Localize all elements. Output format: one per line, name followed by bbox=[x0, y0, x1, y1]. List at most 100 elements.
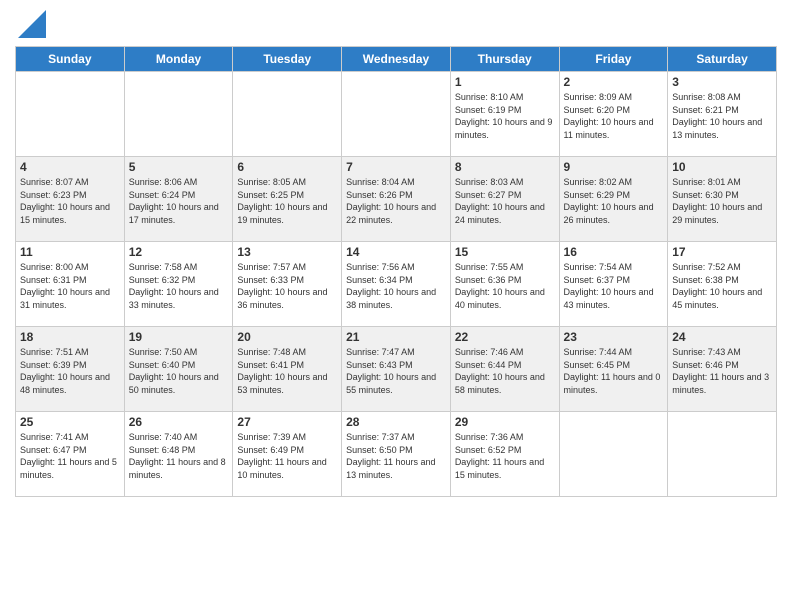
day-number: 11 bbox=[20, 245, 120, 259]
day-info: Sunrise: 8:06 AM Sunset: 6:24 PM Dayligh… bbox=[129, 176, 229, 226]
day-number: 28 bbox=[346, 415, 446, 429]
day-number: 8 bbox=[455, 160, 555, 174]
day-info: Sunrise: 7:56 AM Sunset: 6:34 PM Dayligh… bbox=[346, 261, 446, 311]
day-cell: 2 Sunrise: 8:09 AM Sunset: 6:20 PM Daylig… bbox=[559, 72, 668, 157]
day-cell: 12 Sunrise: 7:58 AM Sunset: 6:32 PM Dayli… bbox=[124, 242, 233, 327]
weekday-wednesday: Wednesday bbox=[342, 47, 451, 72]
day-info: Sunrise: 8:07 AM Sunset: 6:23 PM Dayligh… bbox=[20, 176, 120, 226]
day-number: 29 bbox=[455, 415, 555, 429]
day-info: Sunrise: 8:04 AM Sunset: 6:26 PM Dayligh… bbox=[346, 176, 446, 226]
day-cell: 10 Sunrise: 8:01 AM Sunset: 6:30 PM Dayli… bbox=[668, 157, 777, 242]
day-cell: 3 Sunrise: 8:08 AM Sunset: 6:21 PM Daylig… bbox=[668, 72, 777, 157]
day-cell: 4Sunrise: 8:07 AM Sunset: 6:23 PM Daylig… bbox=[16, 157, 125, 242]
day-info: Sunrise: 7:43 AM Sunset: 6:46 PM Dayligh… bbox=[672, 346, 772, 396]
day-cell: 27 Sunrise: 7:39 AM Sunset: 6:49 PM Dayli… bbox=[233, 412, 342, 497]
day-info: Sunrise: 7:54 AM Sunset: 6:37 PM Dayligh… bbox=[564, 261, 664, 311]
day-number: 10 bbox=[672, 160, 772, 174]
day-number: 3 bbox=[672, 75, 772, 89]
day-info: Sunrise: 7:40 AM Sunset: 6:48 PM Dayligh… bbox=[129, 431, 229, 481]
day-number: 21 bbox=[346, 330, 446, 344]
day-number: 5 bbox=[129, 160, 229, 174]
weekday-header-row: SundayMondayTuesdayWednesdayThursdayFrid… bbox=[16, 47, 777, 72]
day-number: 6 bbox=[237, 160, 337, 174]
day-cell: 26 Sunrise: 7:40 AM Sunset: 6:48 PM Dayli… bbox=[124, 412, 233, 497]
day-cell: 23 Sunrise: 7:44 AM Sunset: 6:45 PM Dayli… bbox=[559, 327, 668, 412]
day-info: Sunrise: 7:44 AM Sunset: 6:45 PM Dayligh… bbox=[564, 346, 664, 396]
day-cell: 20 Sunrise: 7:48 AM Sunset: 6:41 PM Dayli… bbox=[233, 327, 342, 412]
day-info: Sunrise: 8:03 AM Sunset: 6:27 PM Dayligh… bbox=[455, 176, 555, 226]
day-number: 14 bbox=[346, 245, 446, 259]
day-info: Sunrise: 7:39 AM Sunset: 6:49 PM Dayligh… bbox=[237, 431, 337, 481]
day-info: Sunrise: 7:52 AM Sunset: 6:38 PM Dayligh… bbox=[672, 261, 772, 311]
day-info: Sunrise: 8:02 AM Sunset: 6:29 PM Dayligh… bbox=[564, 176, 664, 226]
day-cell: 21 Sunrise: 7:47 AM Sunset: 6:43 PM Dayli… bbox=[342, 327, 451, 412]
day-info: Sunrise: 8:09 AM Sunset: 6:20 PM Dayligh… bbox=[564, 91, 664, 141]
day-cell: 11Sunrise: 8:00 AM Sunset: 6:31 PM Dayli… bbox=[16, 242, 125, 327]
day-cell: 29 Sunrise: 7:36 AM Sunset: 6:52 PM Dayli… bbox=[450, 412, 559, 497]
day-cell: 9 Sunrise: 8:02 AM Sunset: 6:29 PM Daylig… bbox=[559, 157, 668, 242]
calendar: SundayMondayTuesdayWednesdayThursdayFrid… bbox=[15, 46, 777, 497]
day-info: Sunrise: 8:08 AM Sunset: 6:21 PM Dayligh… bbox=[672, 91, 772, 141]
day-cell: 25 Sunrise: 7:41 AM Sunset: 6:47 PM Dayli… bbox=[16, 412, 125, 497]
day-number: 27 bbox=[237, 415, 337, 429]
day-cell: 28 Sunrise: 7:37 AM Sunset: 6:50 PM Dayli… bbox=[342, 412, 451, 497]
day-number: 25 bbox=[20, 415, 120, 429]
day-number: 23 bbox=[564, 330, 664, 344]
day-info: Sunrise: 7:55 AM Sunset: 6:36 PM Dayligh… bbox=[455, 261, 555, 311]
header bbox=[15, 10, 777, 38]
day-cell bbox=[668, 412, 777, 497]
day-number: 26 bbox=[129, 415, 229, 429]
day-info: Sunrise: 8:01 AM Sunset: 6:30 PM Dayligh… bbox=[672, 176, 772, 226]
day-cell: 6 Sunrise: 8:05 AM Sunset: 6:25 PM Daylig… bbox=[233, 157, 342, 242]
day-number: 16 bbox=[564, 245, 664, 259]
day-cell bbox=[233, 72, 342, 157]
week-row-1: 1Sunrise: 8:10 AM Sunset: 6:19 PM Daylig… bbox=[16, 72, 777, 157]
day-cell: 5 Sunrise: 8:06 AM Sunset: 6:24 PM Daylig… bbox=[124, 157, 233, 242]
day-number: 19 bbox=[129, 330, 229, 344]
day-number: 22 bbox=[455, 330, 555, 344]
day-info: Sunrise: 7:57 AM Sunset: 6:33 PM Dayligh… bbox=[237, 261, 337, 311]
weekday-friday: Friday bbox=[559, 47, 668, 72]
weekday-saturday: Saturday bbox=[668, 47, 777, 72]
weekday-thursday: Thursday bbox=[450, 47, 559, 72]
day-info: Sunrise: 7:58 AM Sunset: 6:32 PM Dayligh… bbox=[129, 261, 229, 311]
day-info: Sunrise: 8:10 AM Sunset: 6:19 PM Dayligh… bbox=[455, 91, 555, 141]
day-number: 13 bbox=[237, 245, 337, 259]
day-number: 15 bbox=[455, 245, 555, 259]
day-number: 17 bbox=[672, 245, 772, 259]
logo bbox=[15, 10, 46, 38]
day-number: 12 bbox=[129, 245, 229, 259]
day-cell bbox=[342, 72, 451, 157]
day-info: Sunrise: 7:48 AM Sunset: 6:41 PM Dayligh… bbox=[237, 346, 337, 396]
day-info: Sunrise: 7:37 AM Sunset: 6:50 PM Dayligh… bbox=[346, 431, 446, 481]
day-info: Sunrise: 7:41 AM Sunset: 6:47 PM Dayligh… bbox=[20, 431, 120, 481]
day-info: Sunrise: 7:46 AM Sunset: 6:44 PM Dayligh… bbox=[455, 346, 555, 396]
day-number: 24 bbox=[672, 330, 772, 344]
week-row-3: 11Sunrise: 8:00 AM Sunset: 6:31 PM Dayli… bbox=[16, 242, 777, 327]
week-row-4: 18Sunrise: 7:51 AM Sunset: 6:39 PM Dayli… bbox=[16, 327, 777, 412]
week-row-2: 4Sunrise: 8:07 AM Sunset: 6:23 PM Daylig… bbox=[16, 157, 777, 242]
week-row-5: 25 Sunrise: 7:41 AM Sunset: 6:47 PM Dayli… bbox=[16, 412, 777, 497]
day-number: 2 bbox=[564, 75, 664, 89]
day-info: Sunrise: 7:51 AM Sunset: 6:39 PM Dayligh… bbox=[20, 346, 120, 396]
weekday-sunday: Sunday bbox=[16, 47, 125, 72]
day-number: 7 bbox=[346, 160, 446, 174]
day-info: Sunrise: 7:36 AM Sunset: 6:52 PM Dayligh… bbox=[455, 431, 555, 481]
day-cell: 18Sunrise: 7:51 AM Sunset: 6:39 PM Dayli… bbox=[16, 327, 125, 412]
day-cell: 16 Sunrise: 7:54 AM Sunset: 6:37 PM Dayli… bbox=[559, 242, 668, 327]
day-cell: 24 Sunrise: 7:43 AM Sunset: 6:46 PM Dayli… bbox=[668, 327, 777, 412]
page: SundayMondayTuesdayWednesdayThursdayFrid… bbox=[0, 0, 792, 612]
day-cell: 8 Sunrise: 8:03 AM Sunset: 6:27 PM Daylig… bbox=[450, 157, 559, 242]
day-cell: 7 Sunrise: 8:04 AM Sunset: 6:26 PM Daylig… bbox=[342, 157, 451, 242]
day-cell: 14 Sunrise: 7:56 AM Sunset: 6:34 PM Dayli… bbox=[342, 242, 451, 327]
day-cell bbox=[124, 72, 233, 157]
day-info: Sunrise: 7:47 AM Sunset: 6:43 PM Dayligh… bbox=[346, 346, 446, 396]
day-cell bbox=[559, 412, 668, 497]
day-info: Sunrise: 7:50 AM Sunset: 6:40 PM Dayligh… bbox=[129, 346, 229, 396]
weekday-tuesday: Tuesday bbox=[233, 47, 342, 72]
day-cell: 13 Sunrise: 7:57 AM Sunset: 6:33 PM Dayli… bbox=[233, 242, 342, 327]
day-cell: 17 Sunrise: 7:52 AM Sunset: 6:38 PM Dayli… bbox=[668, 242, 777, 327]
day-number: 9 bbox=[564, 160, 664, 174]
day-number: 20 bbox=[237, 330, 337, 344]
day-info: Sunrise: 8:05 AM Sunset: 6:25 PM Dayligh… bbox=[237, 176, 337, 226]
